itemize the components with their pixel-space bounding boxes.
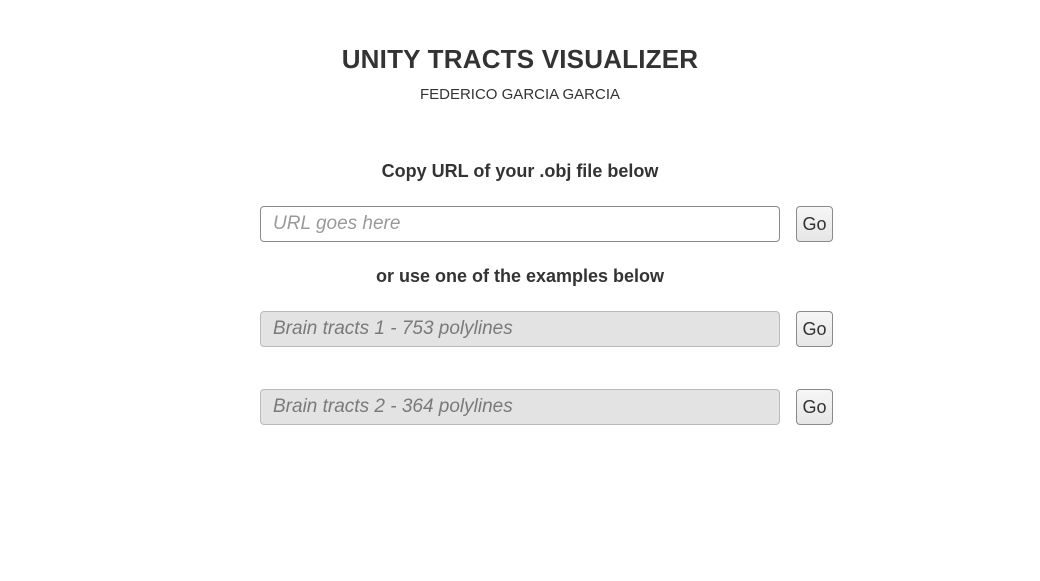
url-instruction-label: Copy URL of your .obj file below (381, 161, 659, 181)
example-field-brain-tracts-1: Brain tracts 1 - 753 polylines (260, 311, 780, 347)
page-title: UNITY TRACTS VISUALIZER (341, 44, 699, 74)
examples-instruction-label: or use one of the examples below (375, 266, 665, 286)
example-field-brain-tracts-2: Brain tracts 2 - 364 polylines (260, 389, 780, 425)
page: UNITY TRACTS VISUALIZER FEDERICO GARCIA … (0, 0, 1040, 581)
author-name: FEDERICO GARCIA GARCIA (419, 86, 621, 103)
url-input[interactable] (260, 206, 780, 242)
url-go-button[interactable]: Go (796, 206, 833, 242)
example-1-go-button[interactable]: Go (796, 311, 833, 347)
example-2-go-button[interactable]: Go (796, 389, 833, 425)
